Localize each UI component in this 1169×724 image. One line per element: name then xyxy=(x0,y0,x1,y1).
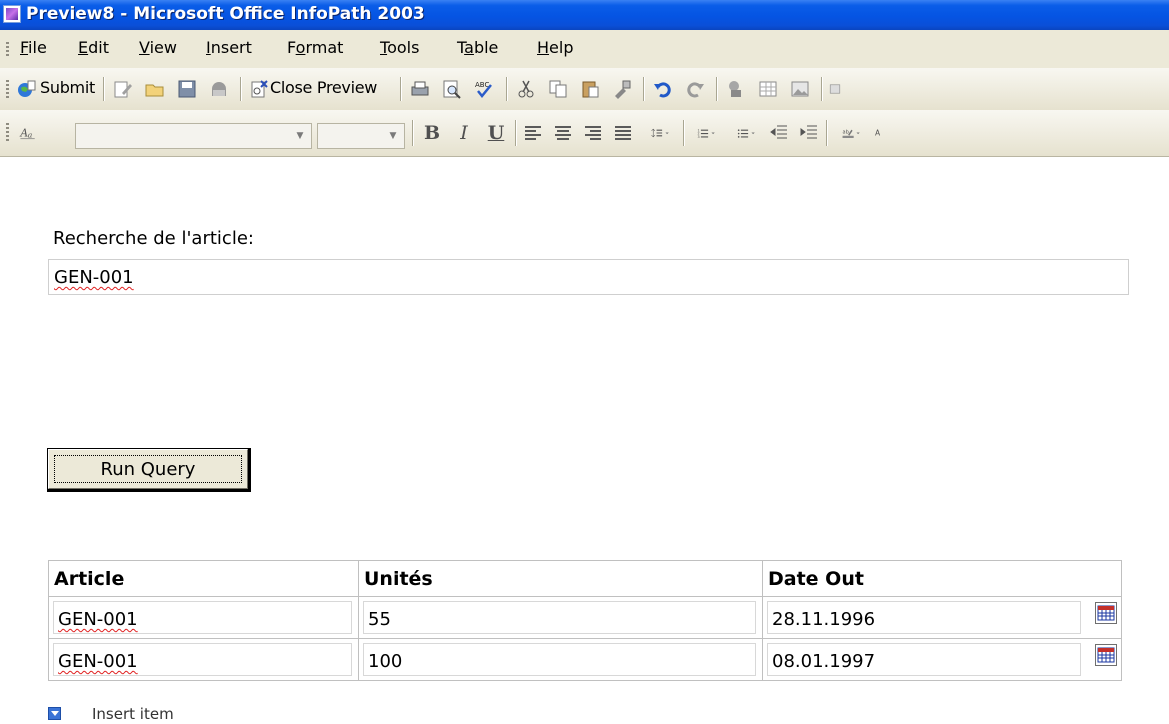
standard-toolbar-grip[interactable] xyxy=(6,80,9,98)
svg-text:A: A xyxy=(875,129,881,138)
search-label: Recherche de l'article: xyxy=(53,228,254,249)
spelling-icon[interactable]: ABC xyxy=(472,77,496,101)
run-query-button[interactable]: Run Query xyxy=(47,448,251,492)
align-right-icon[interactable] xyxy=(585,126,601,142)
line-spacing-icon[interactable] xyxy=(643,121,679,145)
svg-text:3: 3 xyxy=(698,135,700,139)
copy-icon[interactable] xyxy=(546,77,570,101)
date-field[interactable]: 08.01.1997 xyxy=(767,643,1081,676)
font-color-icon[interactable]: A xyxy=(874,121,884,145)
align-left-icon[interactable] xyxy=(525,126,541,142)
calendar-icon[interactable] xyxy=(1095,602,1117,624)
print-icon[interactable] xyxy=(408,77,432,101)
search-field-value: GEN-001 xyxy=(54,267,134,288)
table-header-row: Article Unités Date Out xyxy=(48,560,1122,597)
bold-button[interactable]: B xyxy=(420,122,444,144)
formatting-toolbar-grip[interactable] xyxy=(6,123,9,143)
underline-button[interactable]: U xyxy=(484,122,508,144)
article-field[interactable]: GEN-001 xyxy=(53,601,352,634)
table-row: GEN-001 100 08.01.1997 xyxy=(48,638,1122,681)
menu-bar-grip[interactable] xyxy=(6,42,9,58)
insert-item-label: Insert item xyxy=(92,705,174,723)
menu-insert[interactable]: Insert xyxy=(206,38,252,57)
save-icon[interactable] xyxy=(175,77,199,101)
paste-icon[interactable] xyxy=(578,77,602,101)
close-preview-icon[interactable] xyxy=(248,77,272,101)
highlight-icon[interactable]: ab xyxy=(834,121,870,145)
table-row: GEN-001 55 28.11.1996 xyxy=(48,596,1122,639)
menu-table[interactable]: Table xyxy=(457,38,498,57)
submit-icon[interactable] xyxy=(14,77,38,101)
overflow-icon[interactable] xyxy=(829,77,841,101)
results-table: Article Unités Date Out GEN-001 55 28.11… xyxy=(48,560,1122,681)
decrease-indent-icon[interactable] xyxy=(767,121,791,145)
font-name-dropdown-icon[interactable]: ▼ xyxy=(291,126,309,146)
header-date-out: Date Out xyxy=(762,560,1122,597)
submit-button[interactable]: Submit xyxy=(40,78,95,97)
menu-file[interactable]: File xyxy=(20,38,47,57)
menu-tools[interactable]: Tools xyxy=(380,38,419,57)
menu-view[interactable]: View xyxy=(139,38,177,57)
font-size-dropdown-icon[interactable]: ▼ xyxy=(384,126,402,146)
bullets-icon[interactable] xyxy=(729,121,765,145)
header-units: Unités xyxy=(358,560,763,597)
window-title: Preview8 - Microsoft Office InfoPath 200… xyxy=(26,4,425,24)
menu-help[interactable]: Help xyxy=(537,38,573,57)
insert-picture-icon[interactable] xyxy=(788,77,812,101)
redo-icon[interactable] xyxy=(683,77,707,101)
format-painter-icon[interactable] xyxy=(610,77,634,101)
insert-table-icon[interactable] xyxy=(756,77,780,101)
numbering-icon[interactable]: 123 xyxy=(689,121,725,145)
align-center-icon[interactable] xyxy=(555,126,571,142)
header-article: Article xyxy=(48,560,359,597)
edit-form-icon[interactable] xyxy=(111,77,135,101)
infopath-app-icon[interactable] xyxy=(3,5,21,23)
units-field[interactable]: 55 xyxy=(363,601,756,634)
search-field[interactable]: GEN-001 xyxy=(48,259,1129,295)
menu-edit[interactable]: Edit xyxy=(78,38,109,57)
undo-icon[interactable] xyxy=(651,77,675,101)
open-icon[interactable] xyxy=(143,77,167,101)
title-bar: Preview8 - Microsoft Office InfoPath 200… xyxy=(0,0,1169,30)
date-field[interactable]: 28.11.1996 xyxy=(767,601,1081,634)
font-size-combo[interactable]: ▼ xyxy=(317,123,405,149)
justify-icon[interactable] xyxy=(615,126,631,142)
font-name-combo[interactable]: ▼ xyxy=(75,123,312,149)
article-field[interactable]: GEN-001 xyxy=(53,643,352,676)
menu-format[interactable]: Format xyxy=(287,38,343,57)
run-query-label: Run Query xyxy=(100,459,196,480)
increase-indent-icon[interactable] xyxy=(797,121,821,145)
svg-text:ab: ab xyxy=(843,130,849,136)
italic-button[interactable]: I xyxy=(452,122,476,144)
standard-toolbar: Submit Close Preview ABC xyxy=(0,68,1169,111)
close-preview-button[interactable]: Close Preview xyxy=(270,78,377,97)
print-preview-icon[interactable] xyxy=(440,77,464,101)
formatting-toolbar: Aa ▼ ▼ B I U 123 ab A xyxy=(0,110,1169,157)
units-field[interactable]: 100 xyxy=(363,643,756,676)
insert-item-dropdown-icon[interactable] xyxy=(48,707,61,720)
calendar-icon[interactable] xyxy=(1095,644,1117,666)
permission-icon[interactable] xyxy=(207,77,231,101)
menu-bar: File Edit View Insert Format Tools Table… xyxy=(0,30,1169,69)
svg-text:a: a xyxy=(28,130,33,139)
cut-icon[interactable] xyxy=(514,77,538,101)
digital-signature-icon[interactable] xyxy=(724,77,748,101)
styles-icon[interactable]: Aa xyxy=(14,121,44,145)
